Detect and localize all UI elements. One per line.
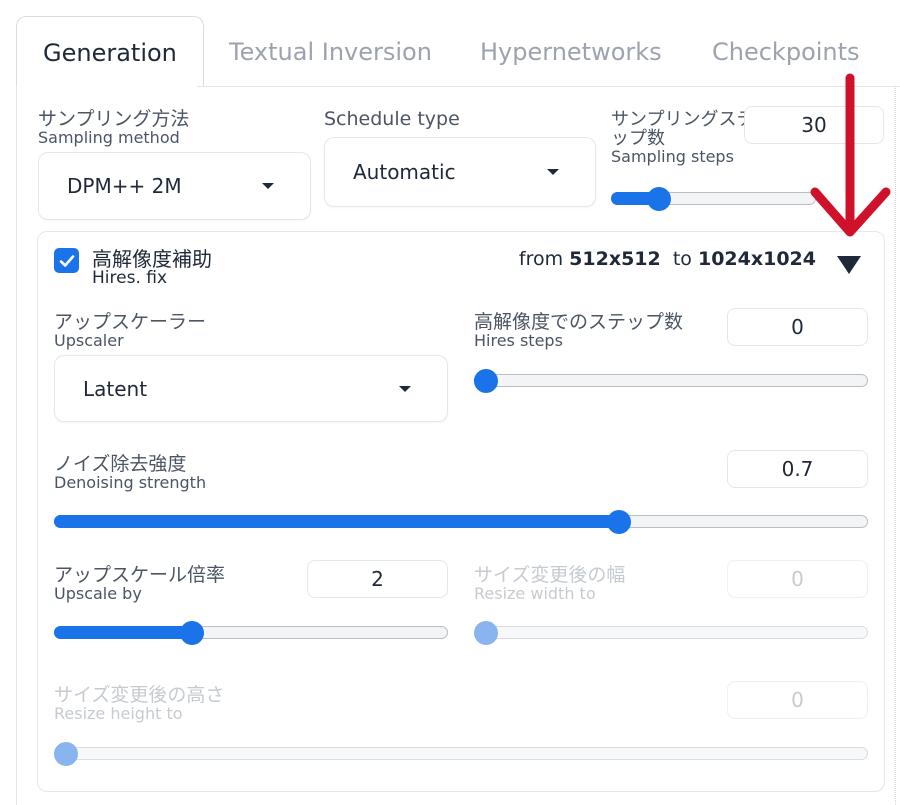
slider-thumb[interactable] (179, 621, 204, 645)
resize-height-input[interactable]: 0 (727, 681, 868, 719)
slider-thumb[interactable] (607, 510, 631, 534)
resize-height-label-en: Resize height to (54, 703, 183, 723)
slider-thumb[interactable] (54, 742, 78, 766)
hires-steps-slider[interactable] (474, 363, 868, 399)
upscale-by-input[interactable]: 2 (307, 560, 448, 598)
from-resolution: 512x512 (569, 248, 661, 270)
upscale-by-label-jp: アップスケール倍率 (54, 564, 226, 586)
upscaler-value: Latent (83, 376, 148, 401)
caret-down-icon (399, 385, 411, 392)
content-border-left (16, 86, 17, 805)
upscale-by-label-en: Upscale by (54, 583, 142, 603)
denoising-label-jp: ノイズ除去強度 (54, 453, 187, 475)
tab-divider (197, 86, 900, 87)
sampling-steps-input[interactable]: 30 (744, 106, 884, 144)
hires-steps-label-jp: 高解像度でのステップ数 (474, 311, 684, 333)
caret-down-icon (547, 169, 559, 175)
tab-checkpoints[interactable]: Checkpoints (686, 22, 886, 86)
resize-width-input[interactable]: 0 (727, 560, 868, 598)
tab-generation[interactable]: Generation (16, 16, 204, 87)
resize-width-label: サイズ変更後の幅 Resize width to (474, 564, 626, 603)
slider-thumb[interactable] (474, 621, 498, 645)
content-border-right (895, 86, 896, 805)
hires-fix-checkbox[interactable] (54, 248, 79, 273)
upscaler-label-jp: アップスケーラー (54, 311, 207, 333)
hires-steps-input[interactable]: 0 (727, 308, 868, 346)
triangle-down-icon[interactable] (837, 256, 861, 274)
sampling-steps-label: サンプリングステ ップ数 Sampling steps (611, 110, 754, 166)
hires-steps-label: 高解像度でのステップ数 Hires steps (474, 311, 684, 350)
sampling-steps-label-jp-2: ップ数 (611, 127, 665, 149)
sampling-steps-label-en: Sampling steps (611, 146, 734, 166)
caret-down-icon (262, 183, 274, 189)
denoising-strength-slider[interactable] (54, 504, 868, 540)
denoising-label-en: Denoising strength (54, 472, 207, 492)
hires-resolution-summary: from 512x512 to 1024x1024 (519, 248, 816, 270)
upscale-by-slider[interactable] (54, 615, 448, 651)
resize-height-label: サイズ変更後の高さ Resize height to (54, 684, 225, 723)
hires-fix-label-en: Hires. fix (92, 268, 168, 288)
slider-thumb[interactable] (647, 187, 672, 211)
sampling-steps-slider[interactable] (611, 181, 816, 217)
from-prefix: from (518, 248, 564, 270)
resize-width-label-en: Resize width to (474, 583, 596, 603)
upscale-by-label: アップスケール倍率 Upscale by (54, 564, 226, 603)
hires-fix-label-jp: 高解像度補助 (92, 247, 212, 271)
upscaler-label-en: Upscaler (54, 330, 124, 350)
sampling-method-label-jp: サンプリング方法 (38, 108, 190, 130)
hires-fix-label: 高解像度補助 Hires. fix (92, 249, 212, 288)
schedule-type-label: Schedule type (324, 108, 460, 130)
slider-thumb[interactable] (474, 369, 498, 393)
resize-height-label-jp: サイズ変更後の高さ (54, 684, 225, 706)
tab-hypernetworks[interactable]: Hypernetworks (454, 22, 688, 86)
to-resolution: 1024x1024 (697, 248, 816, 270)
denoising-strength-label: ノイズ除去強度 Denoising strength (54, 453, 207, 492)
upscaler-label: アップスケーラー Upscaler (54, 311, 207, 350)
sampling-method-value: DPM++ 2M (67, 174, 182, 198)
tab-bar: Generation Textual Inversion Hypernetwor… (0, 0, 900, 87)
sampling-method-label: サンプリング方法 Sampling method (38, 108, 190, 147)
sampling-method-label-en: Sampling method (38, 127, 180, 147)
hires-steps-label-en: Hires steps (474, 330, 563, 350)
resize-width-slider[interactable] (474, 615, 868, 651)
checkmark-icon (59, 254, 74, 267)
schedule-type-label-text: Schedule type (324, 108, 460, 130)
to-prefix: to (672, 248, 692, 270)
resize-height-slider[interactable] (54, 736, 868, 772)
resize-width-label-jp: サイズ変更後の幅 (474, 564, 626, 586)
schedule-type-dropdown[interactable]: Automatic (324, 137, 596, 207)
schedule-type-value: Automatic (353, 160, 456, 184)
sampling-method-dropdown[interactable]: DPM++ 2M (38, 152, 311, 220)
upscaler-dropdown[interactable]: Latent (54, 355, 448, 422)
denoising-strength-input[interactable]: 0.7 (727, 450, 868, 488)
tab-textual-inversion[interactable]: Textual Inversion (203, 22, 458, 86)
